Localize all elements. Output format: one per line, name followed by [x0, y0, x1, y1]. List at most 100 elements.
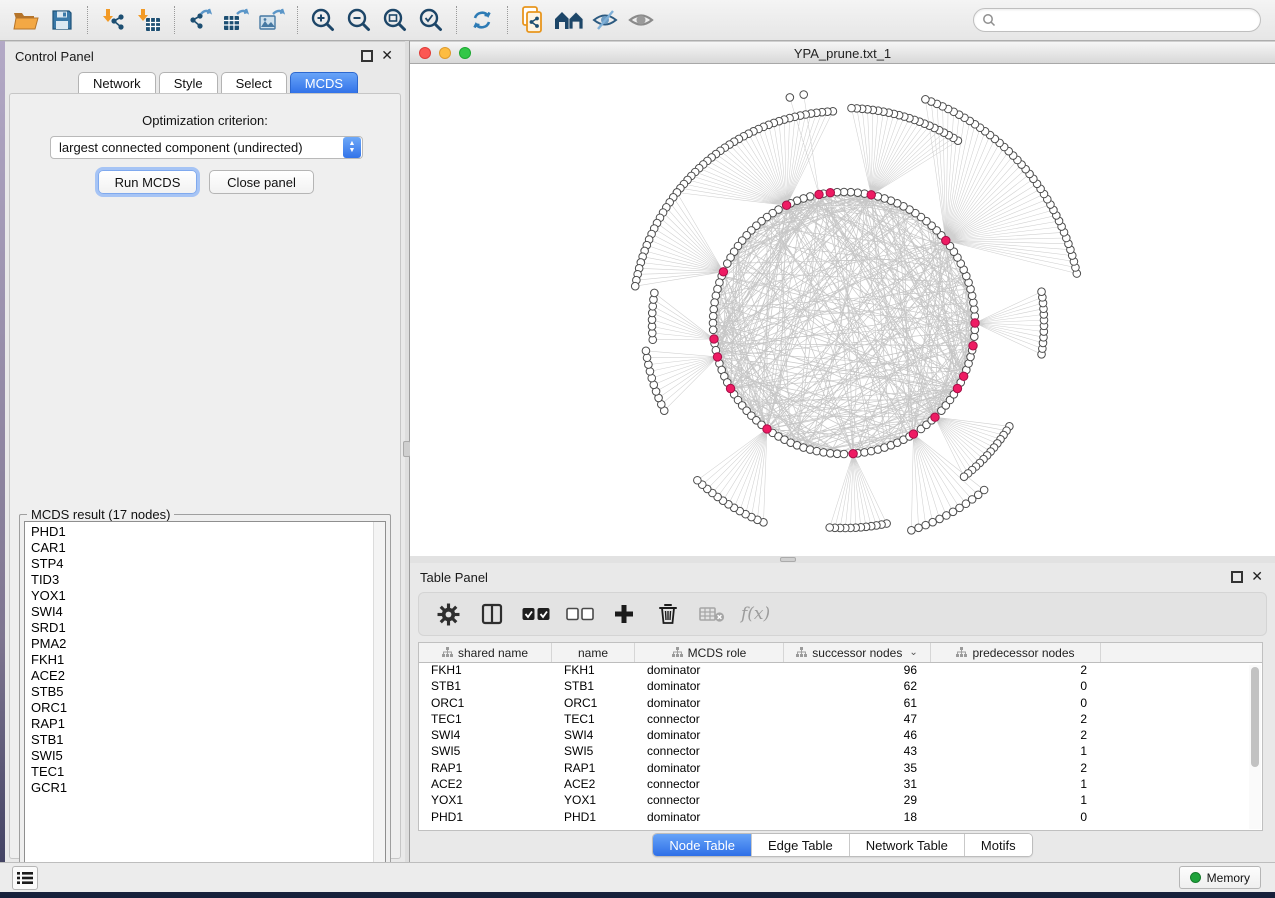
mcds-hub-node[interactable]	[942, 236, 950, 244]
mcds-result-item[interactable]: STP4	[31, 556, 385, 572]
mcds-result-item[interactable]: ORC1	[31, 700, 385, 716]
float-panel-icon[interactable]	[1231, 571, 1243, 583]
splitter-grip[interactable]	[780, 557, 796, 562]
mcds-result-item[interactable]: GCR1	[31, 780, 385, 796]
deselect-all-rows-icon[interactable]	[565, 599, 595, 629]
network-node[interactable]	[922, 521, 930, 529]
mcds-result-item[interactable]: RAP1	[31, 716, 385, 732]
save-icon[interactable]	[44, 4, 80, 36]
table-row[interactable]: PHD1PHD1dominator180	[419, 810, 1262, 826]
zoom-selected-icon[interactable]	[413, 4, 449, 36]
refresh-layout-icon[interactable]	[464, 4, 500, 36]
horizontal-splitter[interactable]	[410, 556, 1275, 563]
show-all-icon[interactable]	[623, 4, 659, 36]
tab-network-table[interactable]: Network Table	[850, 834, 965, 856]
mcds-result-item[interactable]: STB1	[31, 732, 385, 748]
delete-table-icon[interactable]	[697, 599, 727, 629]
mcds-result-item[interactable]: CAR1	[31, 540, 385, 556]
export-table-icon[interactable]	[218, 4, 254, 36]
mcds-result-item[interactable]: YOX1	[31, 588, 385, 604]
search-input[interactable]	[1001, 13, 1252, 27]
network-node[interactable]	[645, 361, 653, 369]
table-row[interactable]: YOX1YOX1connector291	[419, 793, 1262, 809]
table-row[interactable]: RAP1RAP1dominator352	[419, 761, 1262, 777]
table-scrollbar[interactable]	[1249, 665, 1261, 829]
network-node[interactable]	[908, 527, 916, 535]
mcds-result-item[interactable]: FKH1	[31, 652, 385, 668]
network-node[interactable]	[915, 524, 923, 532]
network-node[interactable]	[643, 354, 651, 362]
table-scrollbar-thumb[interactable]	[1251, 667, 1259, 767]
tab-mcds[interactable]: MCDS	[290, 72, 358, 94]
mcds-hub-node[interactable]	[710, 335, 718, 343]
hide-selected-icon[interactable]	[587, 4, 623, 36]
delete-column-trash-icon[interactable]	[653, 599, 683, 629]
network-node[interactable]	[723, 260, 731, 268]
mcds-result-item[interactable]: SWI4	[31, 604, 385, 620]
export-network-icon[interactable]	[182, 4, 218, 36]
network-node[interactable]	[709, 326, 717, 334]
export-image-icon[interactable]	[254, 4, 290, 36]
mcds-hub-node[interactable]	[959, 372, 967, 380]
float-panel-icon[interactable]	[361, 50, 373, 62]
mcds-hub-node[interactable]	[826, 189, 834, 197]
mcds-hub-node[interactable]	[719, 268, 727, 276]
mcds-result-item[interactable]: TID3	[31, 572, 385, 588]
network-node[interactable]	[922, 96, 930, 104]
network-graph[interactable]	[410, 64, 1275, 556]
table-row[interactable]: SWI4SWI4dominator462	[419, 728, 1262, 744]
tab-node-table[interactable]: Node Table	[653, 834, 752, 856]
table-row[interactable]: FKH1FKH1dominator962	[419, 663, 1262, 679]
table-row[interactable]: STB1STB1dominator620	[419, 679, 1262, 695]
column-header-predecessor-nodes[interactable]: predecessor nodes	[931, 643, 1101, 662]
open-file-icon[interactable]	[8, 4, 44, 36]
network-node[interactable]	[840, 450, 848, 458]
run-mcds-button[interactable]: Run MCDS	[98, 170, 197, 194]
mcds-hub-node[interactable]	[763, 425, 771, 433]
network-node[interactable]	[929, 518, 937, 526]
network-node[interactable]	[800, 91, 808, 99]
optimization-criterion-select[interactable]: largest connected component (undirected)…	[50, 136, 363, 159]
panel-menu-button[interactable]	[12, 866, 38, 890]
network-node[interactable]	[694, 476, 702, 484]
mcds-hub-node[interactable]	[849, 449, 857, 457]
network-node[interactable]	[786, 94, 794, 102]
column-header-name[interactable]: name	[552, 643, 635, 662]
mcds-result-item[interactable]: ACE2	[31, 668, 385, 684]
create-column-icon[interactable]	[609, 599, 639, 629]
tab-select[interactable]: Select	[221, 72, 287, 94]
mcds-result-item[interactable]: PHD1	[31, 524, 385, 540]
table-row[interactable]: ACE2ACE2connector311	[419, 777, 1262, 793]
mcds-result-list[interactable]: PHD1CAR1STP4TID3YOX1SWI4SRD1PMA2FKH1ACE2…	[24, 521, 386, 878]
mcds-result-item[interactable]: PMA2	[31, 636, 385, 652]
close-panel-button[interactable]: Close panel	[209, 170, 314, 194]
network-node[interactable]	[848, 104, 856, 112]
zoom-in-icon[interactable]	[305, 4, 341, 36]
column-header-shared-name[interactable]: shared name	[419, 643, 552, 662]
column-header-MCDS-role[interactable]: MCDS role	[635, 643, 784, 662]
column-header-successor-nodes[interactable]: successor nodes⌄	[784, 643, 931, 662]
tab-motifs[interactable]: Motifs	[965, 834, 1032, 856]
network-node[interactable]	[642, 347, 650, 355]
table-row[interactable]: TEC1TEC1connector472	[419, 712, 1262, 728]
table-settings-gear-icon[interactable]	[433, 599, 463, 629]
mcds-hub-node[interactable]	[782, 201, 790, 209]
table-row[interactable]: SWI5SWI5connector431	[419, 744, 1262, 760]
mcds-result-item[interactable]: STB5	[31, 684, 385, 700]
tab-edge-table[interactable]: Edge Table	[752, 834, 850, 856]
table-row[interactable]: ORC1ORC1dominator610	[419, 696, 1262, 712]
first-neighbors-icon[interactable]	[551, 4, 587, 36]
zoom-fit-icon[interactable]	[377, 4, 413, 36]
mcds-result-item[interactable]: SWI5	[31, 748, 385, 764]
mcds-hub-node[interactable]	[867, 191, 875, 199]
mcds-hub-node[interactable]	[909, 430, 917, 438]
mcds-result-item[interactable]: SRD1	[31, 620, 385, 636]
mcds-hub-node[interactable]	[815, 190, 823, 198]
mcds-hub-node[interactable]	[969, 342, 977, 350]
select-all-rows-icon[interactable]	[521, 599, 551, 629]
network-canvas[interactable]	[410, 64, 1275, 556]
mcds-hub-node[interactable]	[713, 353, 721, 361]
network-window-titlebar[interactable]: YPA_prune.txt_1	[410, 41, 1275, 64]
function-builder-icon[interactable]: f(x)	[741, 604, 770, 624]
network-node[interactable]	[1038, 288, 1046, 296]
